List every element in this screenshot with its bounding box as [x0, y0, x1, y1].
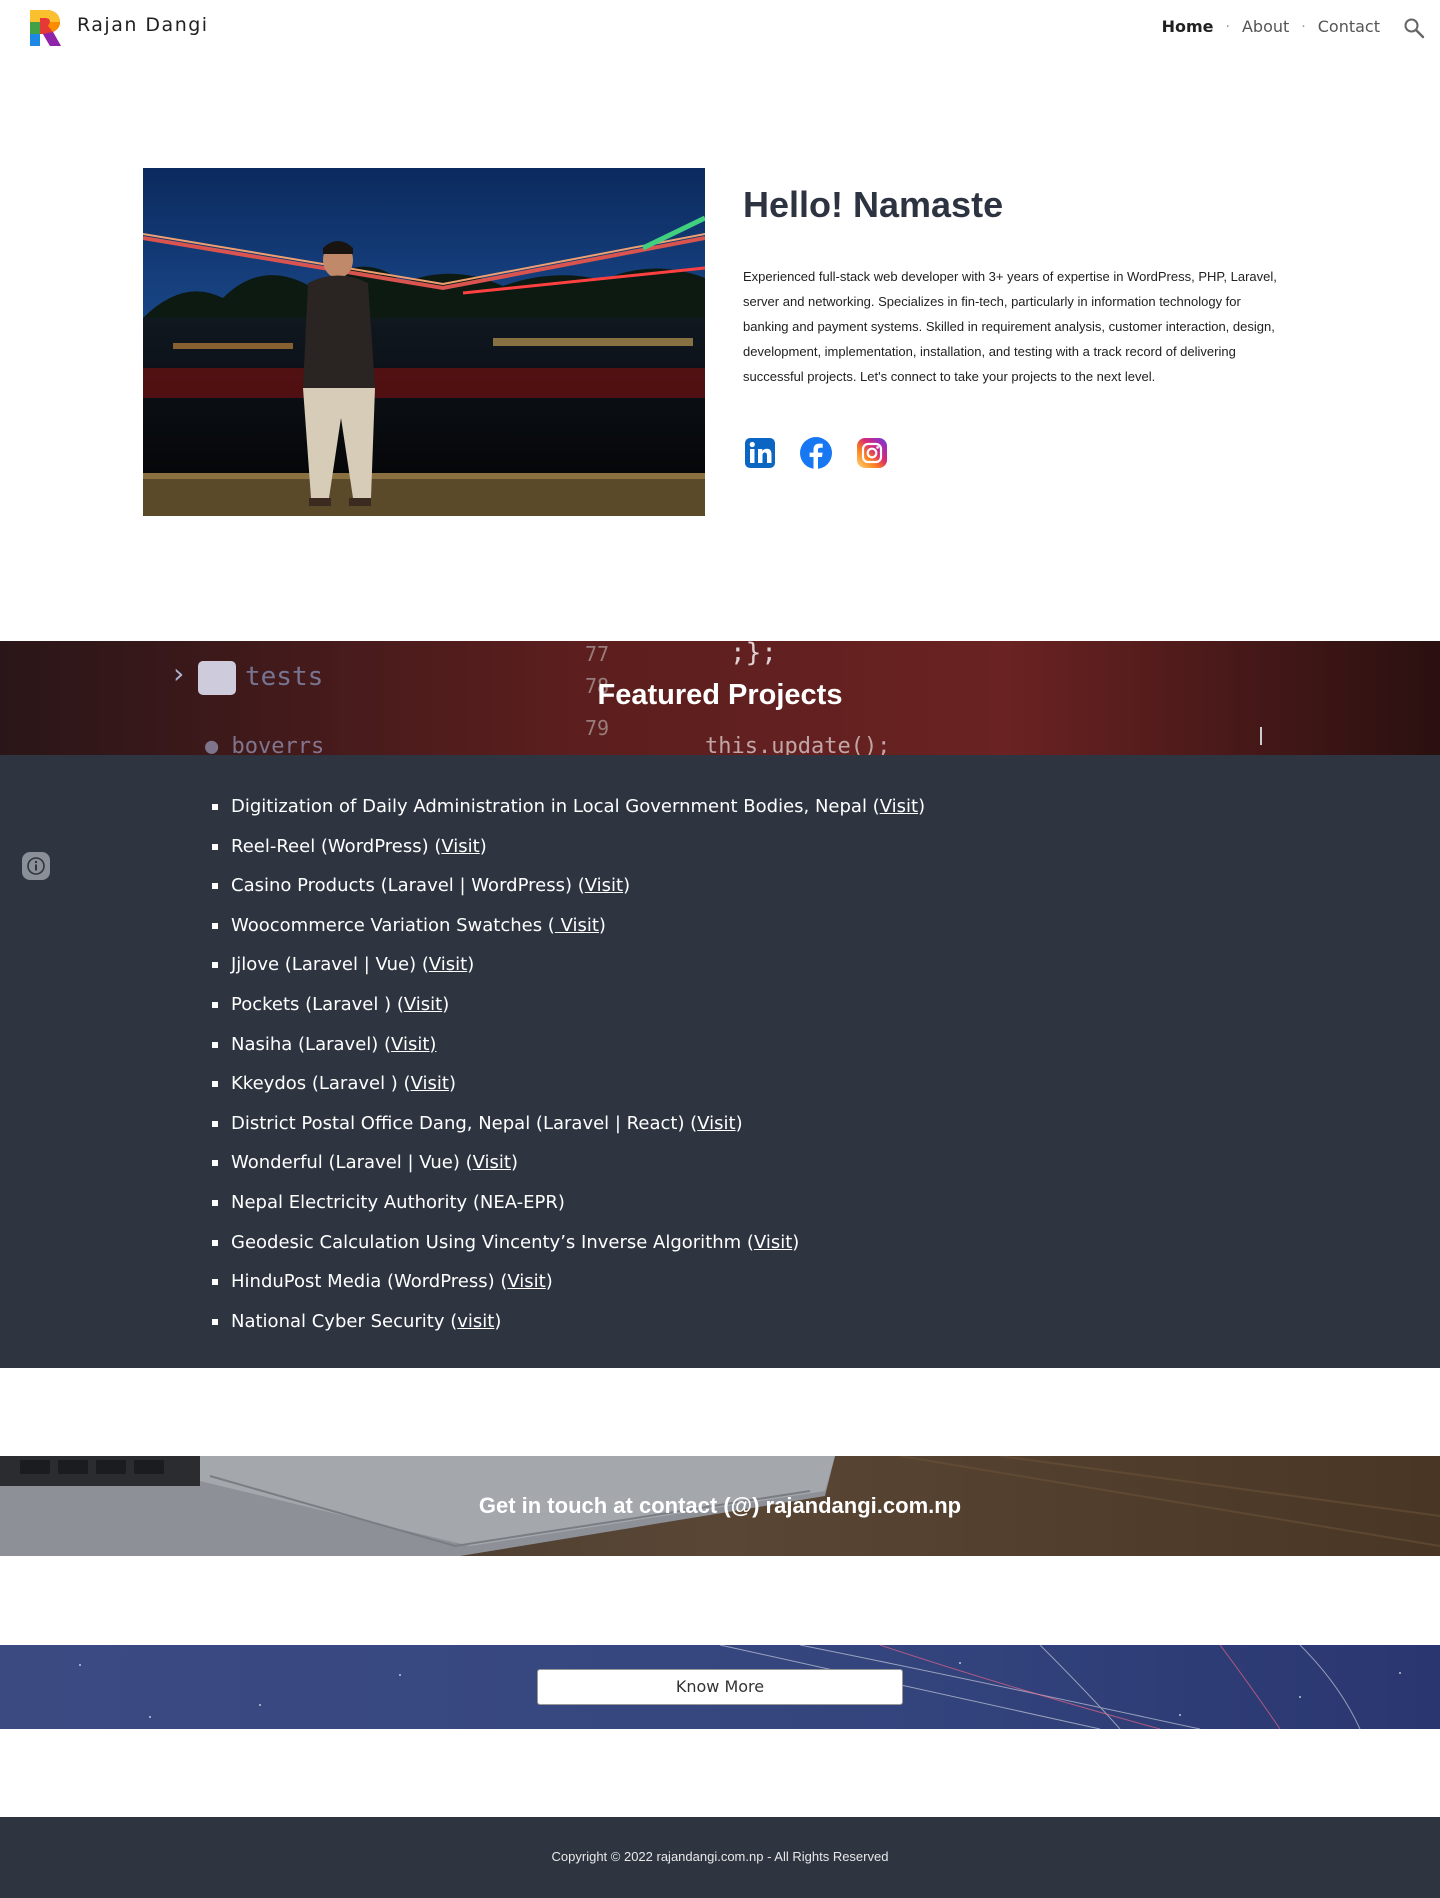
- site-title[interactable]: Rajan Dangi: [77, 14, 209, 36]
- visit-link[interactable]: Visit: [697, 1113, 735, 1134]
- visit-link[interactable]: Visit: [880, 796, 918, 817]
- visit-link[interactable]: Visit: [404, 994, 442, 1015]
- visit-link[interactable]: Visit: [473, 1152, 511, 1173]
- list-item: Wonderful (Laravel | Vue) (Visit): [212, 1145, 925, 1185]
- logo-icon[interactable]: [28, 8, 62, 48]
- nav-separator: ·: [1301, 18, 1306, 35]
- visit-link[interactable]: Visit: [411, 1073, 449, 1094]
- intro-text: Experienced full-stack web developer wit…: [743, 269, 1277, 384]
- list-item: District Postal Office Dang, Nepal (Lara…: [212, 1106, 925, 1146]
- visit-link[interactable]: Visit: [585, 875, 623, 896]
- nav-home[interactable]: Home: [1162, 17, 1214, 36]
- linkedin-icon[interactable]: [743, 436, 777, 470]
- search-icon[interactable]: [1402, 16, 1426, 40]
- svg-text:;};: ;};: [730, 641, 777, 668]
- contact-banner: Get in touch at contact (@) rajandangi.c…: [0, 1456, 1440, 1556]
- featured-title: Featured Projects: [597, 679, 843, 711]
- list-item: Geodesic Calculation Using Vincenty’s In…: [212, 1225, 925, 1265]
- list-item: National Cyber Security (visit): [212, 1304, 925, 1344]
- instagram-icon[interactable]: [855, 436, 889, 470]
- list-item: Nasiha (Laravel) (Visit): [212, 1027, 925, 1067]
- list-item: Casino Products (Laravel | WordPress) (V…: [212, 868, 925, 908]
- featured-banner: › tests ● boverrs 77 78 79 ;}; this.upda…: [0, 641, 1440, 755]
- nav-about[interactable]: About: [1242, 17, 1289, 36]
- info-icon[interactable]: [22, 852, 50, 880]
- nav-contact[interactable]: Contact: [1318, 17, 1380, 36]
- facebook-icon[interactable]: [799, 436, 833, 470]
- project-list: Digitization of Daily Administration in …: [212, 789, 925, 1344]
- copyright-text: Copyright © 2022 rajandangi.com.np - All…: [551, 1849, 889, 1864]
- site-footer: Copyright © 2022 rajandangi.com.np - All…: [0, 1817, 1440, 1898]
- list-item: Kkeydos (Laravel ) (Visit): [212, 1066, 925, 1106]
- visit-link[interactable]: visit: [457, 1311, 494, 1332]
- visit-link[interactable]: Visit: [429, 954, 467, 975]
- visit-link[interactable]: Visit: [754, 1232, 792, 1253]
- profile-photo: [143, 168, 705, 516]
- main-nav: Home · About · Contact: [1162, 17, 1380, 36]
- social-links: [743, 436, 889, 470]
- intro-heading: Hello! Namaste: [743, 184, 1004, 225]
- svg-text:77: 77: [585, 642, 609, 666]
- svg-text:79: 79: [585, 716, 609, 740]
- visit-link[interactable]: Visit: [507, 1271, 545, 1292]
- visit-link[interactable]: Visit: [441, 836, 479, 857]
- know-more-button[interactable]: Know More: [537, 1669, 903, 1705]
- visit-link[interactable]: Visit: [555, 915, 599, 936]
- list-item: Reel-Reel (WordPress) (Visit): [212, 829, 925, 869]
- list-item: Woocommerce Variation Swatches ( Visit): [212, 908, 925, 948]
- projects-section: Digitization of Daily Administration in …: [0, 755, 1440, 1368]
- list-item: Digitization of Daily Administration in …: [212, 789, 925, 829]
- list-item: HinduPost Media (WordPress) (Visit): [212, 1264, 925, 1304]
- svg-text:● boverrs: ● boverrs: [205, 734, 324, 755]
- contact-text: Get in touch at contact (@) rajandangi.c…: [478, 1493, 962, 1518]
- nav-separator: ·: [1225, 18, 1230, 35]
- svg-text:this.update();: this.update();: [705, 734, 890, 755]
- list-item: Jjlove (Laravel | Vue) (Visit): [212, 947, 925, 987]
- list-item: Nepal Electricity Authority (NEA-EPR): [212, 1185, 925, 1225]
- visit-link[interactable]: Visit): [391, 1034, 436, 1055]
- site-header: Rajan Dangi Home · About · Contact: [0, 0, 1440, 56]
- list-item: Pockets (Laravel ) (Visit): [212, 987, 925, 1027]
